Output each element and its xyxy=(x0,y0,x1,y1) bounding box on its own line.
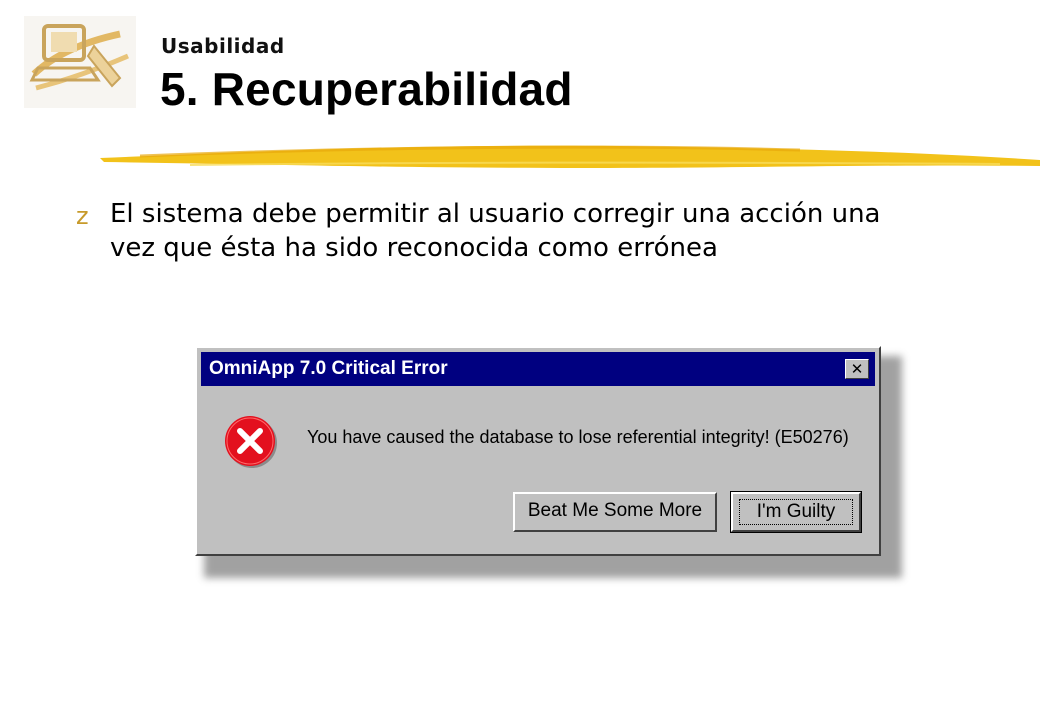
bullet-icon: z xyxy=(76,202,89,230)
error-message: You have caused the database to lose ref… xyxy=(307,427,849,447)
im-guilty-button[interactable]: I'm Guilty xyxy=(730,491,862,533)
close-button[interactable]: ✕ xyxy=(845,359,869,379)
computer-logo-icon xyxy=(24,16,136,108)
slide-title: 5. Recuperabilidad xyxy=(160,63,573,115)
error-dialog: OmniApp 7.0 Critical Error ✕ You have ca… xyxy=(195,346,881,556)
dialog-title: OmniApp 7.0 Critical Error xyxy=(209,358,448,379)
slide-subtitle: Usabilidad xyxy=(161,34,285,58)
beat-me-some-more-button[interactable]: Beat Me Some More xyxy=(513,492,717,532)
decorative-brush-stroke xyxy=(100,145,1040,168)
dialog-titlebar[interactable]: OmniApp 7.0 Critical Error ✕ xyxy=(201,352,875,386)
error-icon xyxy=(225,416,277,468)
bullet-text: El sistema debe permitir al usuario corr… xyxy=(110,199,881,263)
im-guilty-label: I'm Guilty xyxy=(739,499,853,525)
